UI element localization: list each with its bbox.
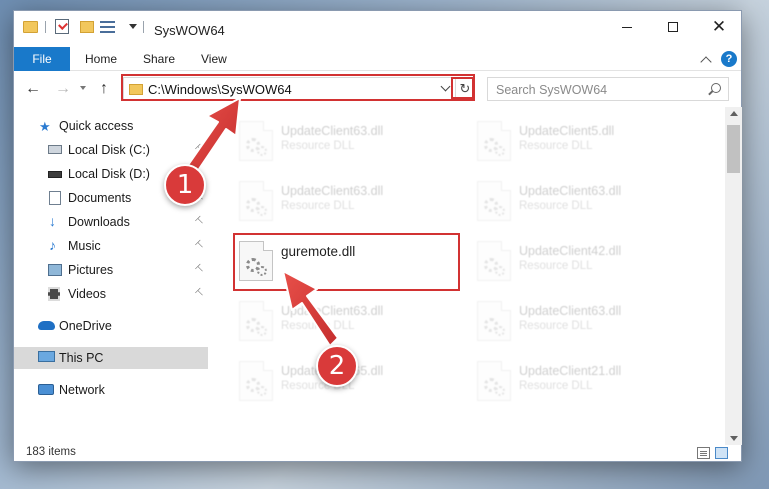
step-1-badge: 1 <box>164 164 206 206</box>
annotation-arrows <box>187 97 339 347</box>
arrow-2 <box>282 270 339 347</box>
step-2-badge: 2 <box>316 345 358 387</box>
arrow-1 <box>187 97 241 173</box>
